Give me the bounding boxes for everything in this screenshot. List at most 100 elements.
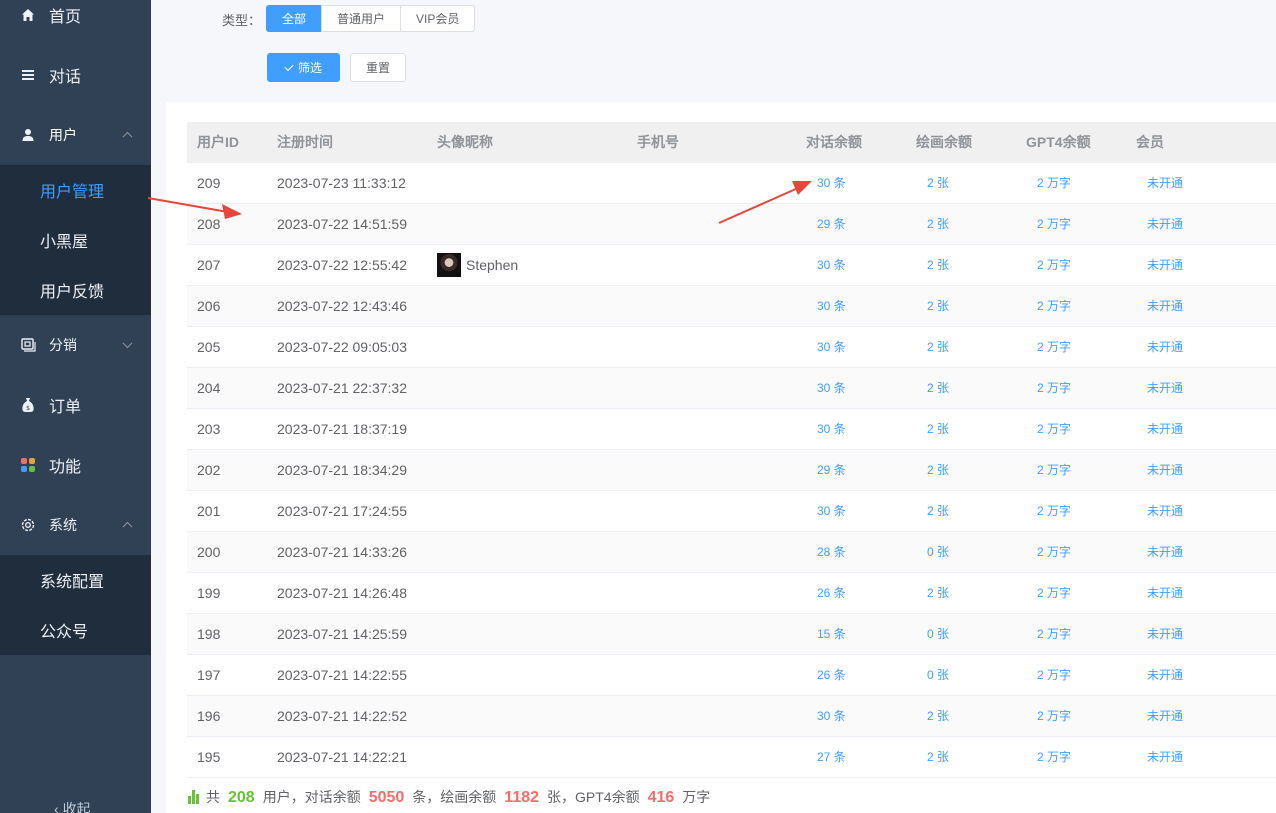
cell-chat-balance[interactable]: 15 条 [796, 613, 906, 655]
cell-gpt4-balance[interactable]: 2 万字 [1016, 695, 1126, 737]
cell-chat-balance[interactable]: 30 条 [796, 695, 906, 737]
table-row: 201 2023-07-21 17:24:55 30 条2 张2 万字 未开通 [187, 490, 1276, 532]
cell-draw-balance[interactable]: 2 张 [906, 244, 1016, 286]
cell-chat-balance[interactable]: 26 条 [796, 572, 906, 614]
cell-draw-balance[interactable]: 2 张 [906, 695, 1016, 737]
sidebar-item-orders[interactable]: $ 订单 [0, 375, 151, 435]
cell-membership[interactable]: 未开通 [1126, 490, 1276, 532]
cell-draw-balance[interactable]: 2 张 [906, 367, 1016, 409]
cell-gpt4-balance[interactable]: 2 万字 [1016, 449, 1126, 491]
cell-gpt4-balance[interactable]: 2 万字 [1016, 572, 1126, 614]
cell-membership[interactable]: 未开通 [1126, 408, 1276, 450]
cell-draw-balance[interactable]: 0 张 [906, 613, 1016, 655]
cell-gpt4-balance[interactable]: 2 万字 [1016, 408, 1126, 450]
cell-membership[interactable]: 未开通 [1126, 613, 1276, 655]
cell-chat-balance[interactable]: 30 条 [796, 244, 906, 286]
cell-draw-balance[interactable]: 2 张 [906, 203, 1016, 245]
cell-draw-balance[interactable]: 2 张 [906, 408, 1016, 450]
cell-gpt4-balance[interactable]: 2 万字 [1016, 162, 1126, 204]
cell-avatar-nickname [427, 736, 627, 778]
cell-draw-balance[interactable]: 2 张 [906, 572, 1016, 614]
cell-chat-balance[interactable]: 30 条 [796, 408, 906, 450]
cell-membership[interactable]: 未开通 [1126, 162, 1276, 204]
cell-draw-balance[interactable]: 2 张 [906, 162, 1016, 204]
cell-chat-balance[interactable]: 30 条 [796, 285, 906, 327]
cell-gpt4-balance[interactable]: 2 万字 [1016, 326, 1126, 368]
cell-chat-balance[interactable]: 29 条 [796, 203, 906, 245]
cell-gpt4-balance[interactable]: 2 万字 [1016, 613, 1126, 655]
cell-draw-balance[interactable]: 2 张 [906, 736, 1016, 778]
sidebar-item-user[interactable]: 用户 [0, 105, 151, 165]
sidebar-item-user-management[interactable]: 用户管理 [0, 165, 151, 215]
cell-user-id: 199 [187, 572, 267, 614]
reset-button[interactable]: 重置 [350, 53, 406, 82]
cell-user-id: 205 [187, 326, 267, 368]
cell-chat-balance[interactable]: 30 条 [796, 490, 906, 532]
cell-membership[interactable]: 未开通 [1126, 736, 1276, 778]
sidebar-item-blacklist[interactable]: 小黑屋 [0, 215, 151, 265]
table-row: 198 2023-07-21 14:25:59 15 条0 张2 万字 未开通 [187, 613, 1276, 655]
cell-membership[interactable]: 未开通 [1126, 244, 1276, 286]
filter-button[interactable]: 筛选 [267, 53, 340, 82]
cell-avatar-nickname [427, 531, 627, 573]
cell-membership[interactable]: 未开通 [1126, 654, 1276, 696]
type-option-all[interactable]: 全部 [266, 5, 323, 32]
sidebar-item-label: 用户 [49, 127, 77, 143]
cell-gpt4-balance[interactable]: 2 万字 [1016, 244, 1126, 286]
sidebar-item-system-config[interactable]: 系统配置 [0, 555, 151, 605]
cell-gpt4-balance[interactable]: 2 万字 [1016, 285, 1126, 327]
collapse-button[interactable]: ‹ 收起 [54, 799, 91, 813]
chevron-down-icon [122, 338, 133, 349]
cell-draw-balance[interactable]: 2 张 [906, 490, 1016, 532]
sidebar-item-distribution[interactable]: 分销 [0, 315, 151, 375]
cell-chat-balance[interactable]: 28 条 [796, 531, 906, 573]
cell-gpt4-balance[interactable]: 2 万字 [1016, 654, 1126, 696]
cell-membership[interactable]: 未开通 [1126, 572, 1276, 614]
type-option-vip[interactable]: VIP会员 [400, 5, 476, 32]
sidebar-item-label: 首页 [49, 9, 82, 26]
cell-gpt4-balance[interactable]: 2 万字 [1016, 490, 1126, 532]
sidebar-item-chat[interactable]: 对话 [0, 45, 151, 105]
sidebar-item-feedback[interactable]: 用户反馈 [0, 265, 151, 315]
cell-avatar-nickname [427, 572, 627, 614]
cell-chat-balance[interactable]: 29 条 [796, 449, 906, 491]
cell-register-time: 2023-07-22 12:43:46 [267, 285, 427, 327]
type-option-normal[interactable]: 普通用户 [321, 5, 402, 32]
cell-draw-balance[interactable]: 0 张 [906, 654, 1016, 696]
sidebar-item-features[interactable]: 功能 [0, 435, 151, 495]
cell-membership[interactable]: 未开通 [1126, 203, 1276, 245]
cell-chat-balance[interactable]: 30 条 [796, 162, 906, 204]
table-header-row: 用户ID 注册时间 头像昵称 手机号 对话余额 绘画余额 GPT4余额 会员 [187, 122, 1276, 163]
summary-bar: 共 208 用户，对话余额 5050 条，绘画余额 1182 张，GPT4余额 … [188, 787, 710, 807]
table-row: 209 2023-07-23 11:33:12 30 条2 张2 万字 未开通 [187, 162, 1276, 204]
cell-chat-balance[interactable]: 26 条 [796, 654, 906, 696]
home-icon [20, 7, 36, 23]
table-row: 207 2023-07-22 12:55:42 Stephen 30 条2 张2 万字… [187, 244, 1276, 286]
cell-membership[interactable]: 未开通 [1126, 449, 1276, 491]
cell-membership[interactable]: 未开通 [1126, 695, 1276, 737]
sidebar-item-home[interactable]: 首页 [0, 0, 151, 30]
cell-draw-balance[interactable]: 0 张 [906, 531, 1016, 573]
cell-membership[interactable]: 未开通 [1126, 326, 1276, 368]
chevron-up-icon [122, 521, 133, 532]
cell-draw-balance[interactable]: 2 张 [906, 326, 1016, 368]
cell-phone [627, 367, 796, 409]
sidebar-item-system[interactable]: 系统 [0, 495, 151, 555]
cell-avatar-nickname [427, 408, 627, 450]
cell-membership[interactable]: 未开通 [1126, 285, 1276, 327]
cell-gpt4-balance[interactable]: 2 万字 [1016, 367, 1126, 409]
cell-chat-balance[interactable]: 27 条 [796, 736, 906, 778]
main-content: 类型： 全部 普通用户 VIP会员 筛选 重置 用户ID 注册时间 头像昵称 手… [166, 0, 1276, 813]
cell-draw-balance[interactable]: 2 张 [906, 449, 1016, 491]
cell-gpt4-balance[interactable]: 2 万字 [1016, 736, 1126, 778]
cell-gpt4-balance[interactable]: 2 万字 [1016, 203, 1126, 245]
cell-membership[interactable]: 未开通 [1126, 367, 1276, 409]
cell-membership[interactable]: 未开通 [1126, 531, 1276, 573]
avatar [437, 252, 461, 277]
cell-user-id: 201 [187, 490, 267, 532]
cell-draw-balance[interactable]: 2 张 [906, 285, 1016, 327]
sidebar-item-official-account[interactable]: 公众号 [0, 605, 151, 655]
cell-chat-balance[interactable]: 30 条 [796, 367, 906, 409]
cell-gpt4-balance[interactable]: 2 万字 [1016, 531, 1126, 573]
cell-chat-balance[interactable]: 30 条 [796, 326, 906, 368]
